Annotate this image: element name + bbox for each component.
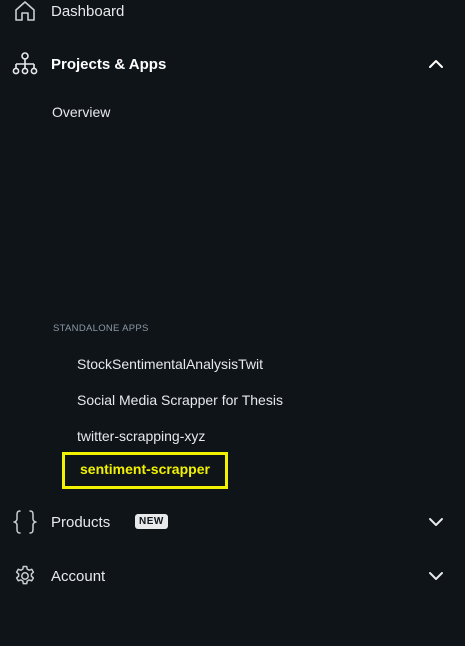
chevron-down-icon[interactable] bbox=[427, 513, 445, 531]
sitemap-icon bbox=[12, 51, 38, 77]
sidebar: Dashboard Projects & Apps Overview STAND… bbox=[0, 0, 465, 646]
chevron-down-icon[interactable] bbox=[427, 567, 445, 585]
nav-products[interactable]: Products NEW bbox=[0, 502, 465, 542]
nav-account[interactable]: Account bbox=[0, 556, 465, 596]
overview-link[interactable]: Overview bbox=[52, 104, 110, 120]
nav-dashboard-label: Dashboard bbox=[51, 2, 125, 20]
chevron-up-icon[interactable] bbox=[427, 55, 445, 73]
app-item[interactable]: Social Media Scrapper for Thesis bbox=[77, 392, 283, 408]
gear-icon bbox=[12, 563, 38, 589]
home-icon bbox=[12, 0, 38, 24]
nav-products-label: Products bbox=[51, 513, 111, 531]
curly-braces-icon bbox=[12, 509, 38, 535]
app-item[interactable]: twitter-scrapping-xyz bbox=[77, 428, 205, 444]
nav-projects-apps[interactable]: Projects & Apps bbox=[0, 44, 465, 84]
nav-account-label: Account bbox=[51, 567, 106, 585]
nav-projects-apps-label: Projects & Apps bbox=[51, 55, 167, 73]
new-badge: NEW bbox=[135, 514, 168, 529]
nav-dashboard[interactable]: Dashboard bbox=[0, 0, 465, 31]
standalone-apps-header: STANDALONE APPS bbox=[53, 323, 149, 334]
app-item-selected[interactable]: sentiment-scrapper bbox=[62, 452, 228, 489]
app-item[interactable]: StockSentimentalAnalysisTwit bbox=[77, 356, 263, 372]
